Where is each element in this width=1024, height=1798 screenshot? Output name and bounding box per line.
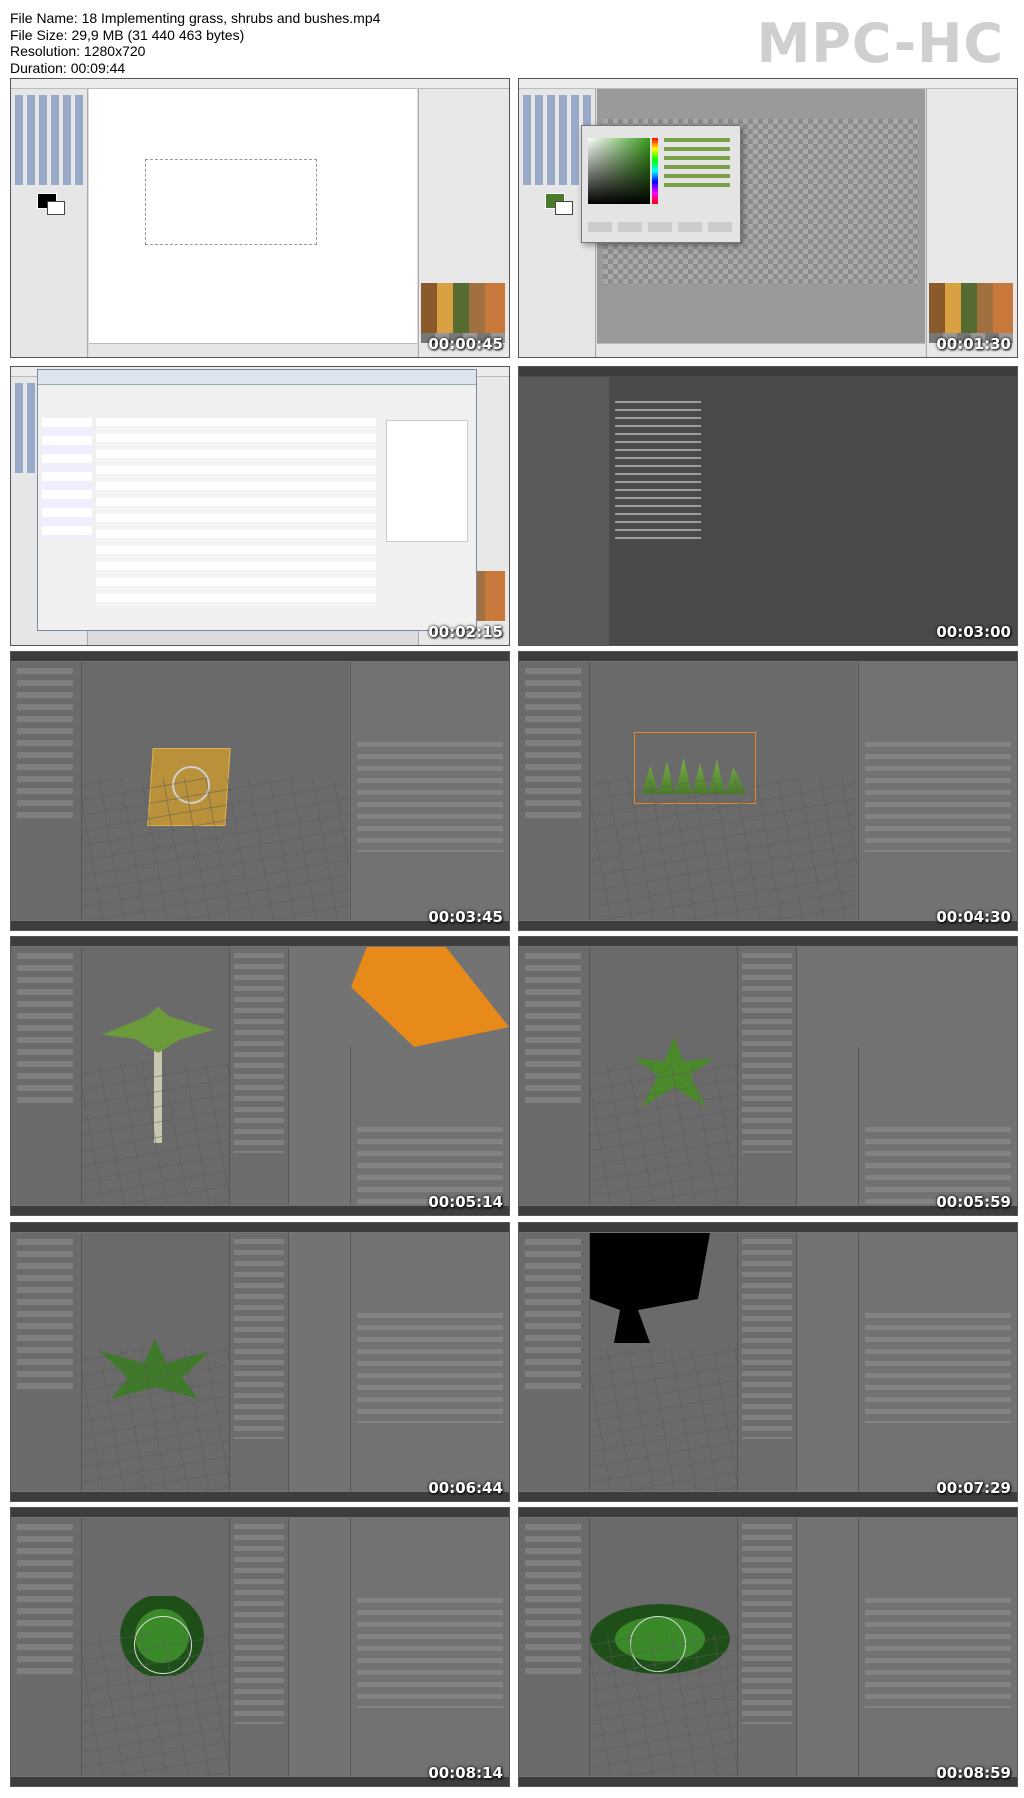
color-picker-dialog[interactable] — [581, 125, 741, 243]
thumbnail-1[interactable]: 00:00:45 — [10, 78, 510, 358]
gimp-toolbox — [11, 89, 88, 357]
resolution: Resolution: 1280x720 — [10, 43, 146, 59]
thumbnail-7[interactable]: 00:05:14 — [10, 936, 510, 1216]
open-image-dialog[interactable] — [37, 369, 477, 631]
gimp-canvas-area — [89, 89, 417, 343]
3d-viewport[interactable] — [82, 662, 349, 920]
thumbnail-12[interactable]: 00:08:59 — [518, 1507, 1018, 1787]
file-name: File Name: 18 Implementing grass, shrubs… — [10, 10, 381, 26]
thumbnail-2[interactable]: 00:01:30 — [518, 78, 1018, 358]
thumbnail-10[interactable]: 00:07:29 — [518, 1222, 1018, 1502]
file-size: File Size: 29,9 MB (31 440 463 bytes) — [10, 26, 245, 43]
gimp-menubar — [11, 79, 509, 89]
thumbnail-3[interactable]: 00:02:15 — [10, 366, 510, 646]
thumbnail-8[interactable]: 00:05:59 — [518, 936, 1018, 1216]
thumbnail-9[interactable]: 00:06:44 — [10, 1222, 510, 1502]
thumbnail-11[interactable]: 00:08:14 — [10, 1507, 510, 1787]
gimp-statusbar — [89, 343, 417, 357]
thumbnail-5[interactable]: 00:03:45 — [10, 651, 510, 931]
file-info: File Name: 18 Implementing grass, shrubs… — [10, 10, 380, 76]
thumbnail-4[interactable]: 00:03:00 — [518, 366, 1018, 646]
timestamp: 00:00:45 — [428, 335, 503, 353]
gimp-layers-dock — [418, 89, 509, 357]
player-logo: MPC-HC — [756, 12, 1004, 75]
file-browser-list[interactable] — [611, 395, 991, 635]
file-browser-sidebar — [519, 377, 609, 645]
duration: Duration: 00:09:44 — [10, 59, 126, 76]
thumbnail-6[interactable]: 00:04:30 — [518, 651, 1018, 931]
